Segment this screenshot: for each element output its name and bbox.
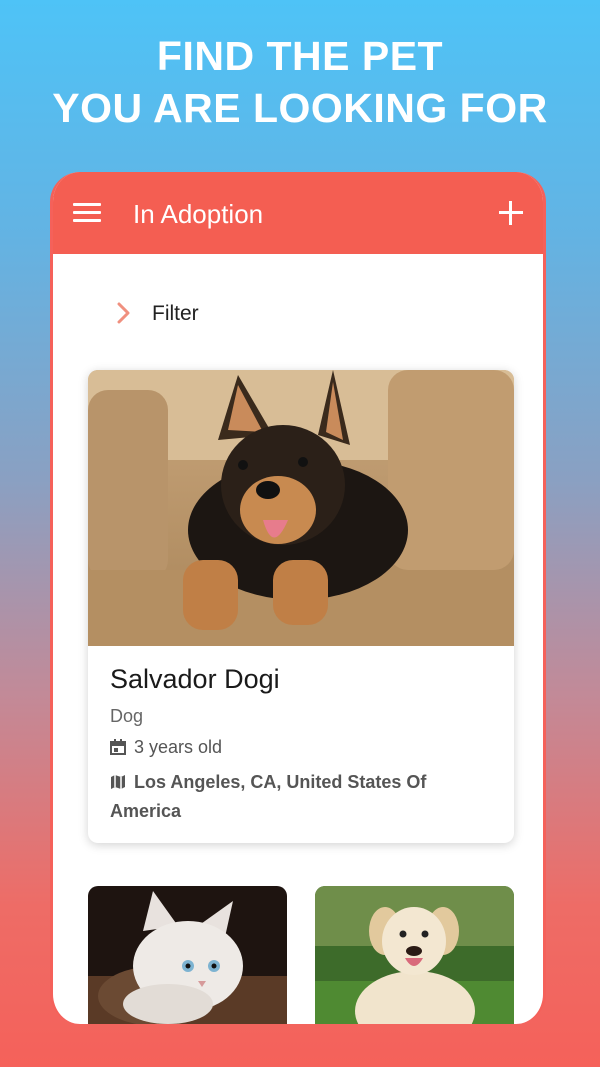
- german-shepherd-photo: [88, 370, 514, 646]
- promo-headline: FIND THE PET YOU ARE LOOKING FOR: [0, 30, 600, 134]
- kitten-photo: [88, 886, 287, 1024]
- pet-location-row: Los Angeles, CA, United States Of Americ…: [110, 768, 450, 826]
- map-icon: [111, 775, 125, 789]
- pet-name: Salvador Dogi: [110, 664, 280, 694]
- pet-age: 3 years old: [134, 737, 223, 757]
- promo-line-1: FIND THE PET: [156, 33, 444, 79]
- labrador-photo: [315, 886, 514, 1024]
- page-title: In Adoption: [133, 199, 264, 229]
- chevron-right-icon: [117, 302, 130, 324]
- pet-photo: [88, 370, 514, 646]
- app-bar: In Adoption: [53, 172, 543, 254]
- menu-icon[interactable]: [73, 203, 101, 223]
- pet-age-row: 3 years old: [110, 737, 222, 758]
- pet-location: Los Angeles, CA, United States Of Americ…: [110, 772, 427, 821]
- filter-label: Filter: [152, 302, 199, 325]
- calendar-icon: [110, 739, 126, 755]
- add-icon[interactable]: [499, 201, 523, 225]
- pet-card-thumbnail[interactable]: [315, 886, 514, 1024]
- phone-screen: In Adoption Filter Salvador Dogi Dog 3 y…: [50, 172, 546, 1024]
- pet-card-thumbnail[interactable]: [88, 886, 287, 1024]
- pet-type: Dog: [110, 706, 144, 726]
- pet-card[interactable]: Salvador Dogi Dog 3 years old Los Angele…: [88, 370, 514, 843]
- promo-line-2: YOU ARE LOOKING FOR: [52, 85, 548, 131]
